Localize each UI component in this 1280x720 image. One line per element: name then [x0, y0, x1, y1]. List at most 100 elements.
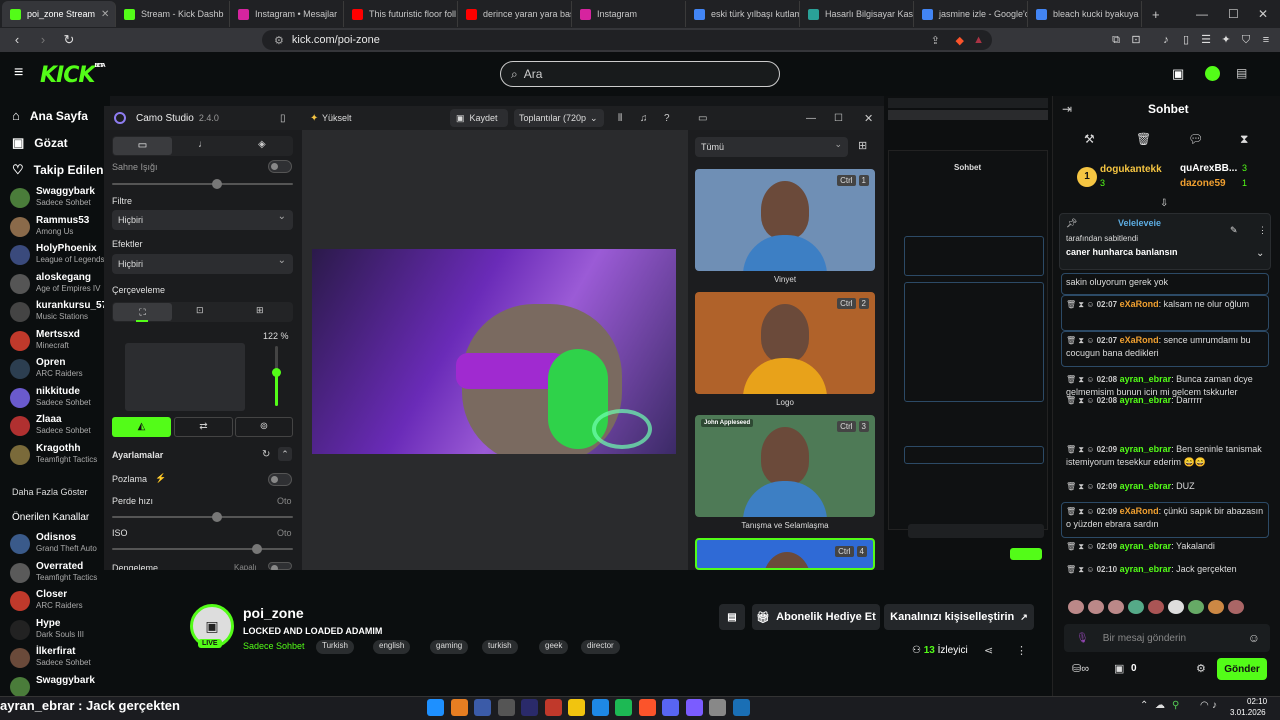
message-user[interactable]: ayran_ebrar — [1120, 444, 1172, 454]
chat-message[interactable]: 🗑︎ ⧗ ☺ 02:10 ayran_ebrar: Jack gerçekten — [1066, 563, 1266, 576]
premiere-icon[interactable] — [521, 699, 538, 716]
chat-message[interactable]: 🗑︎ ⧗ ☺ 02:09 ayran_ebrar: Ben seninle ta… — [1066, 443, 1266, 468]
background-card[interactable]: Ctrl 2 — [695, 292, 875, 394]
stream-tag[interactable]: Turkish — [316, 640, 354, 654]
background-filter-select[interactable]: Tümü ⌄ — [695, 137, 848, 157]
message-user[interactable]: ayran_ebrar — [1120, 564, 1172, 574]
browser-tab[interactable]: jasmine izle - Google'c — [914, 1, 1028, 27]
emoji-icon[interactable]: ☺ — [1248, 631, 1260, 645]
new-tab-button[interactable]: + — [1152, 7, 1160, 22]
trash-icon[interactable]: 🗑︎ — [1136, 132, 1151, 146]
mod-actions-icon[interactable]: 🗑︎ ⧗ ☺ — [1066, 396, 1097, 405]
zoom-slider[interactable] — [272, 346, 281, 406]
chat-message[interactable]: 🗑︎ ⧗ ☺ 02:09 ayran_ebrar: DUZ — [1066, 480, 1266, 493]
share-icon[interactable]: ⋖ — [984, 644, 993, 657]
sidebar-toggle-icon[interactable]: ▯ — [280, 113, 286, 124]
message-user[interactable]: eXaRond — [1120, 335, 1159, 345]
stream-tag[interactable]: director — [581, 640, 620, 654]
chat-settings-icon[interactable]: ⚙ — [1196, 662, 1206, 675]
gift-subscription-button[interactable]: 🎁︎ Abonelik Hediye Et — [752, 604, 880, 630]
channel-name[interactable]: poi_zone — [243, 605, 304, 621]
spotify-icon[interactable] — [615, 699, 632, 716]
browser-tab[interactable]: Instagram • Mesajlar — [230, 1, 344, 27]
message-user[interactable]: eXaRond — [1120, 506, 1159, 516]
layers-tab-icon[interactable]: ◈ — [258, 139, 266, 150]
focus-toggle[interactable] — [268, 473, 292, 486]
camo-icon[interactable] — [685, 699, 703, 716]
points-icon[interactable]: ⛁∞ — [1072, 662, 1089, 675]
steam-icon[interactable] — [591, 699, 609, 716]
browser-tab[interactable]: eski türk yılbaşı kutlam — [686, 1, 800, 27]
mod-actions-icon[interactable]: 🗑︎ ⧗ ☺ — [1066, 300, 1097, 309]
mod-actions-icon[interactable]: 🗑︎ ⧗ ☺ — [1066, 507, 1097, 516]
file-explorer-icon[interactable] — [568, 699, 585, 716]
scene-light-slider[interactable] — [112, 179, 293, 189]
hourglass-icon[interactable]: ⧗ — [1240, 132, 1248, 147]
collapse-icon[interactable]: ⌃ — [278, 447, 292, 461]
help-icon[interactable]: ? — [664, 113, 670, 124]
mod-actions-icon[interactable]: 🗑︎ ⧗ ☺ — [1066, 445, 1097, 454]
flip-button[interactable]: ⇄ — [174, 417, 233, 437]
framing-auto-icon[interactable]: ⊡ — [196, 305, 204, 316]
message-user[interactable]: ayran_ebrar — [1120, 481, 1172, 491]
camera-tab-icon[interactable]: ▭ — [113, 137, 172, 155]
pinned-expand-icon[interactable]: ⌄ — [1256, 248, 1264, 259]
snapshot-button[interactable]: ⊚ — [235, 417, 293, 437]
filter-select[interactable]: Hiçbiri — [112, 210, 293, 230]
shutter-slider[interactable] — [112, 512, 293, 522]
chat-message[interactable]: sakin oluyorum gerek yok — [1066, 276, 1266, 288]
show-more-link[interactable]: Daha Fazla Göster — [12, 487, 88, 497]
mod-actions-icon[interactable]: 🗑︎ ⧗ ☺ — [1066, 542, 1097, 551]
mod-actions-icon[interactable]: 🗑︎ ⧗ ☺ — [1066, 375, 1097, 384]
menu-icon[interactable]: ≡ — [1258, 32, 1274, 48]
wallet-icon[interactable]: ▤ — [1236, 66, 1247, 80]
kick-logo[interactable]: KICKBETA — [40, 63, 106, 88]
chest-icon[interactable]: ▣ — [1114, 662, 1124, 675]
sidebar-icon[interactable]: ▯ — [1178, 32, 1194, 48]
window-maximize-icon[interactable]: ☐ — [1228, 7, 1239, 21]
browser-tab[interactable]: bleach kucki byakuya ( — [1028, 1, 1142, 27]
forward-icon[interactable]: › — [34, 31, 52, 49]
chat-message[interactable]: 🗑︎ ⧗ ☺ 02:09 ayran_ebrar: Yakalandi — [1066, 540, 1266, 553]
send-button[interactable]: Gönder — [1217, 658, 1267, 680]
moderation-icon[interactable]: ⚒ — [1084, 132, 1095, 146]
sidebar-nav-item[interactable]: ▣ Gözat — [12, 135, 68, 151]
iso-slider[interactable] — [112, 544, 293, 554]
monitor-icon[interactable] — [474, 699, 491, 716]
bell-icon[interactable]: ♫ — [640, 113, 648, 124]
tray-chevron-icon[interactable]: ⌃ — [1140, 700, 1148, 711]
browser-tab[interactable]: Hasarlı Bilgisayar Kasa — [800, 1, 914, 27]
chat-message[interactable]: 🗑︎ ⧗ ☺ 02:07 eXaRond: kalsam ne olur oğl… — [1066, 298, 1266, 311]
wifi-icon[interactable]: ◠ — [1200, 700, 1209, 711]
message-user[interactable]: ayran_ebrar — [1120, 541, 1172, 551]
reading-list-icon[interactable]: ☰ — [1198, 32, 1214, 48]
obs-icon[interactable] — [709, 699, 726, 716]
browser-tab[interactable]: derince yaran yara bas — [458, 1, 572, 27]
framing-manual-icon[interactable]: ⛶ — [113, 303, 172, 321]
stream-tag[interactable]: english — [373, 640, 411, 654]
framing-track-icon[interactable]: ⊞ — [256, 305, 264, 316]
url-bar[interactable]: ⚙ kick.com/poi-zone ⇪ ◆ ▲ — [262, 30, 992, 50]
site-info-icon[interactable]: ⚙ — [274, 34, 284, 47]
customize-channel-button[interactable]: Kanalınızı kişiselleştirin ↗ — [884, 604, 1034, 630]
unpin-icon[interactable]: ✎ — [1230, 225, 1238, 236]
sidebar-nav-item[interactable]: ⌂ Ana Sayfa — [12, 108, 88, 123]
stream-tag[interactable]: turkish — [482, 640, 518, 654]
split-view-icon[interactable]: ⫴ — [618, 113, 622, 124]
screenshot-icon[interactable]: ⊡ — [1128, 32, 1144, 48]
browser-tab[interactable]: poi_zone Stream ✕ — [2, 1, 116, 27]
browser-tab[interactable]: Stream - Kick Dashb — [116, 1, 230, 27]
stream-tag[interactable]: geek — [539, 640, 569, 654]
record-button[interactable]: ▣ Kaydet — [450, 109, 508, 127]
message-user[interactable]: ayran_ebrar — [1120, 395, 1172, 405]
steam-app-icon[interactable] — [732, 699, 750, 716]
window-minimize-icon[interactable]: — — [1196, 7, 1208, 21]
vpn-icon[interactable]: ⛉ — [1238, 32, 1254, 48]
balance-toggle[interactable] — [268, 562, 292, 572]
battery-icon[interactable]: ⚲ — [1172, 700, 1179, 711]
close-icon[interactable]: ✕ — [864, 112, 873, 125]
microphone-icon[interactable]: 🎙︎ — [1076, 633, 1089, 644]
brave-shield-icon[interactable]: ◆ — [956, 34, 964, 47]
app-icon[interactable] — [544, 699, 562, 716]
mod-actions-icon[interactable]: 🗑︎ ⧗ ☺ — [1066, 482, 1097, 491]
